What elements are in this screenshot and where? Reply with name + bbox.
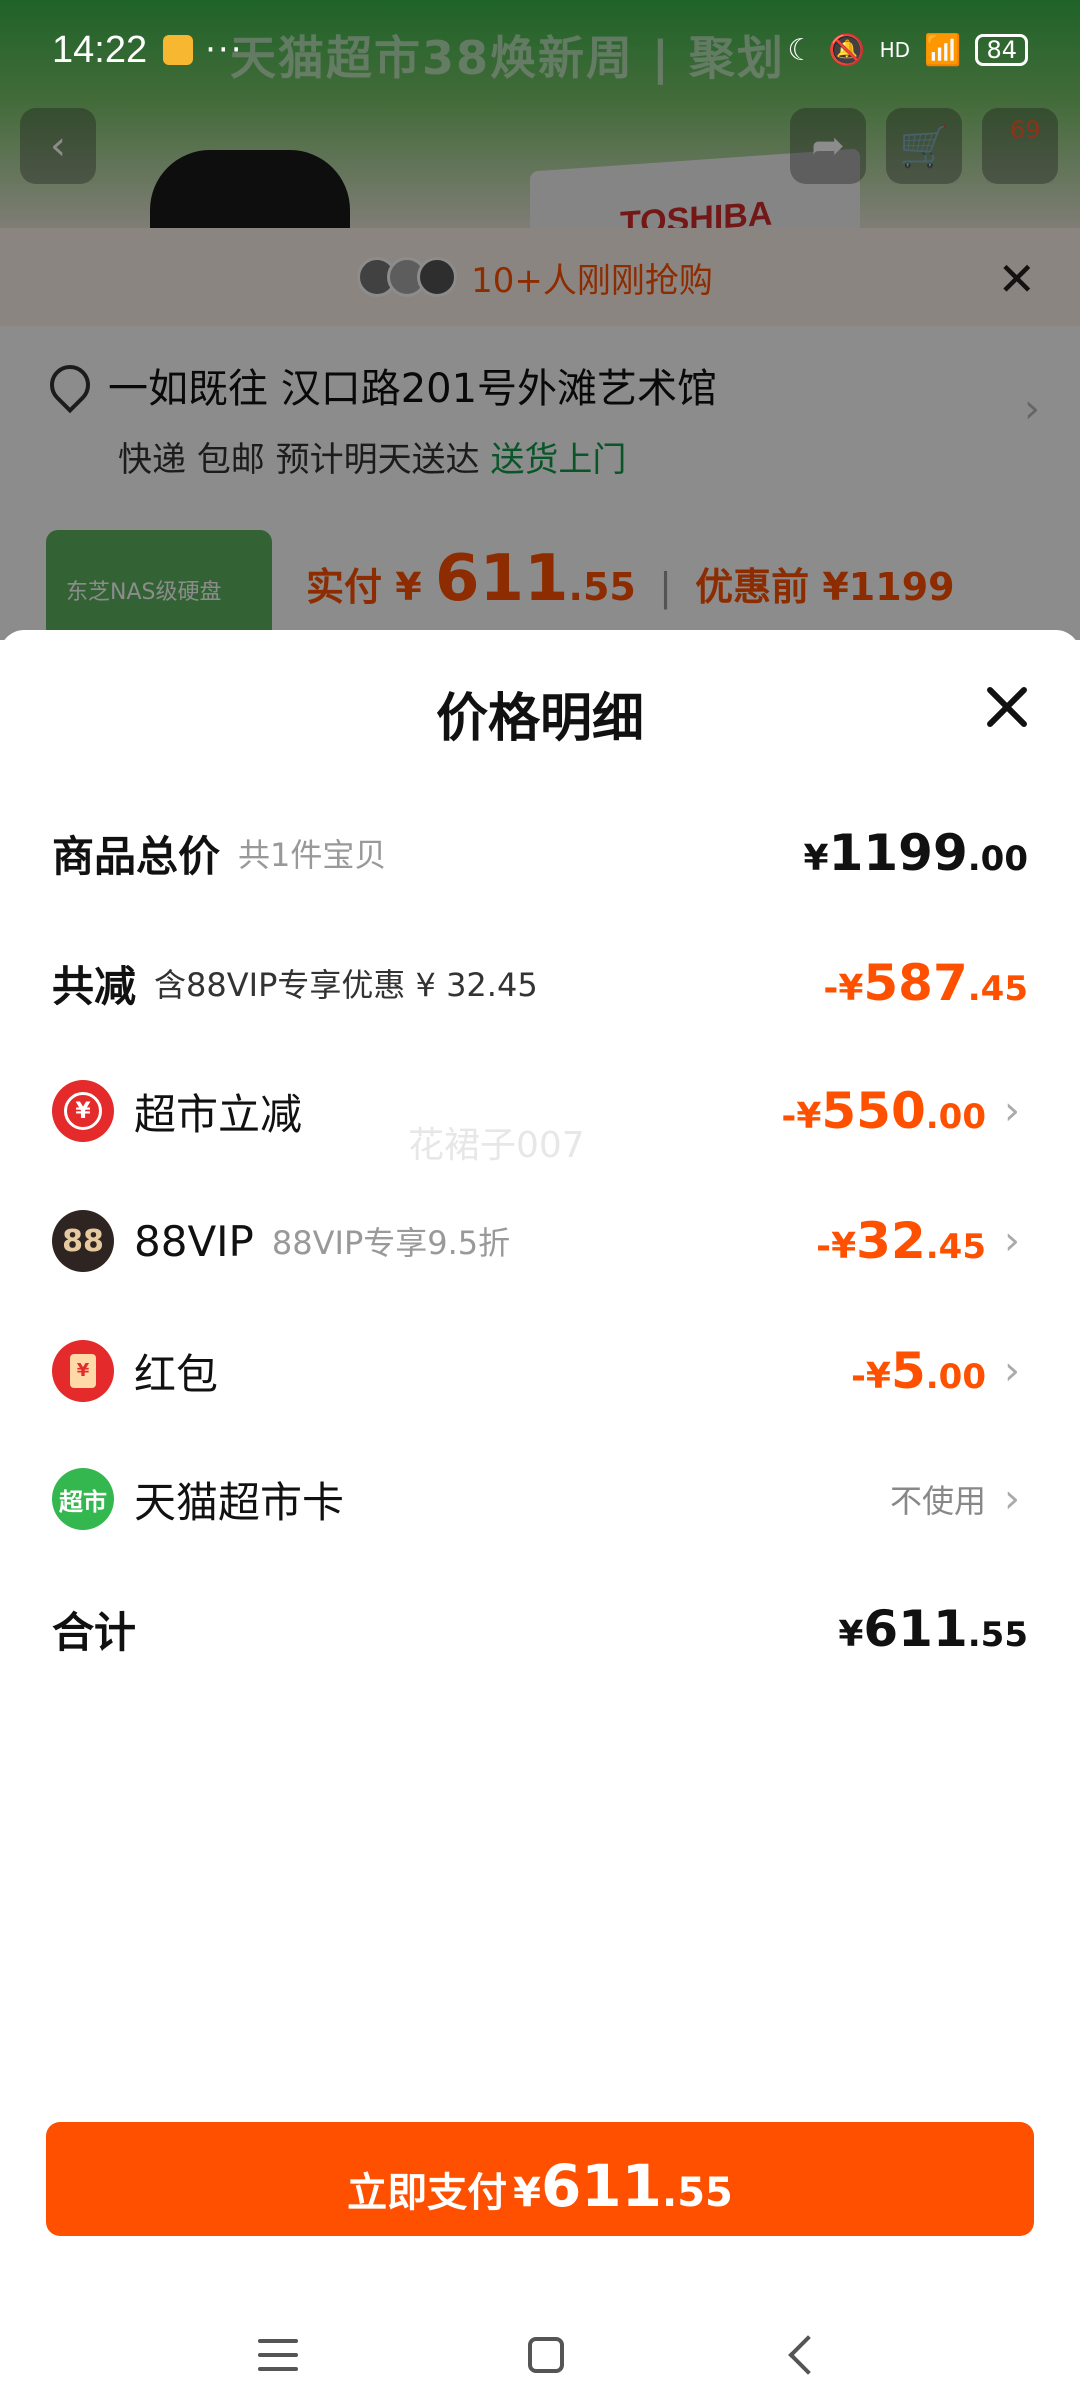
- row-amount: -¥ 5.00: [851, 1342, 986, 1400]
- wifi-icon: 📶: [924, 32, 962, 68]
- discount-icon-glyph: ¥: [64, 1092, 102, 1130]
- home-icon[interactable]: [528, 2337, 564, 2373]
- pay-button-label: 立即支付: [347, 2170, 508, 2216]
- signal-icon: HD: [879, 38, 911, 62]
- row-label: 商品总价: [52, 831, 221, 881]
- amount-yen: -¥: [816, 1226, 857, 1267]
- amount-int: 611: [863, 1600, 968, 1658]
- row-sub: 共1件宝贝: [238, 836, 387, 874]
- red-packet-icon: ¥: [52, 1340, 114, 1402]
- battery-icon: 84: [975, 34, 1028, 66]
- chevron-right-icon: ›: [1004, 1088, 1020, 1134]
- row-label: 超市立减: [134, 1089, 303, 1139]
- discount-icon: ¥: [52, 1080, 114, 1142]
- row-label: 88VIP: [134, 1216, 254, 1266]
- back-nav-icon[interactable]: [788, 2335, 828, 2375]
- amount-yen: -¥: [850, 1356, 891, 1397]
- red-packet-glyph: ¥: [70, 1354, 96, 1388]
- chevron-right-icon: ›: [1004, 1348, 1020, 1394]
- amount-dec: .45: [967, 969, 1028, 1009]
- amount-dec: .00: [925, 1357, 986, 1397]
- status-bar: 14:22 ··· ☾ 🔕 HD 📶 84: [0, 0, 1080, 100]
- pay-now-button[interactable]: 立即支付 ¥611.55: [46, 2122, 1034, 2236]
- sheet-title: 价格明细: [435, 689, 644, 749]
- amount-int: 5: [890, 1342, 926, 1400]
- amount-dec: .00: [967, 839, 1028, 879]
- status-time: 14:22: [52, 28, 148, 71]
- system-nav-bar: [0, 2310, 1080, 2400]
- row-amount: -¥ 32.45: [816, 1212, 986, 1270]
- amount-int: 550: [821, 1082, 926, 1140]
- amount-dec: .00: [925, 1097, 986, 1137]
- price-detail-sheet: 价格明细 花裙子007 商品总价 共1件宝贝 ¥1199.00 共减 含88VI…: [0, 630, 1080, 2400]
- amount-dec: .55: [967, 1615, 1028, 1655]
- grand-total-row: 合计 ¥611.55: [52, 1584, 1028, 1674]
- app-notification-icon: [163, 35, 194, 65]
- vip-88-icon: 88: [52, 1210, 114, 1272]
- row-label: 天猫超市卡: [134, 1477, 345, 1527]
- pay-yen: ¥: [513, 2170, 541, 2216]
- card-status: 不使用: [889, 1482, 986, 1520]
- row-sub: 含88VIP专享优惠 ¥ 32.45: [154, 966, 538, 1004]
- vip-discount-row[interactable]: 88 88VIP 88VIP专享9.5折 -¥ 32.45 ›: [52, 1196, 1028, 1286]
- amount-dec: .45: [925, 1227, 986, 1267]
- dnd-moon-icon: ☾: [787, 32, 815, 68]
- amount-int: 1199: [828, 824, 968, 882]
- recent-apps-icon[interactable]: [258, 2339, 298, 2371]
- pay-dec: .55: [662, 2170, 733, 2216]
- amount-int: 587: [863, 954, 968, 1012]
- chevron-right-icon: ›: [1004, 1218, 1020, 1264]
- supermarket-card-icon: 超市: [52, 1468, 114, 1530]
- item-total-row: 商品总价 共1件宝贝 ¥1199.00: [52, 808, 1028, 898]
- row-amount: ¥1199.00: [804, 824, 1028, 882]
- amount-yen: ¥: [803, 838, 829, 879]
- supermarket-discount-row[interactable]: ¥ 超市立减 -¥ 550.00 ›: [52, 1066, 1028, 1156]
- pay-int: 611: [540, 2152, 663, 2220]
- supermarket-card-row[interactable]: 超市 天猫超市卡 不使用 ›: [52, 1454, 1028, 1544]
- mute-bell-icon: 🔕: [828, 32, 866, 68]
- row-amount: -¥ 550.00: [781, 1082, 986, 1140]
- chevron-right-icon: ›: [1004, 1476, 1020, 1522]
- row-label: 合计: [52, 1607, 137, 1657]
- row-label: 红包: [134, 1349, 219, 1399]
- close-sheet-icon[interactable]: [982, 682, 1032, 732]
- row-label: 共减: [52, 961, 137, 1011]
- more-notifications-icon: ···: [205, 30, 244, 70]
- amount-yen: -¥: [781, 1096, 822, 1137]
- amount-yen: ¥: [838, 1614, 864, 1655]
- amount-int: 32: [856, 1212, 926, 1270]
- total-discount-row: 共减 含88VIP专享优惠 ¥ 32.45 -¥ 587.45: [52, 938, 1028, 1028]
- row-sub: 88VIP专享9.5折: [271, 1224, 511, 1262]
- row-amount: ¥611.55: [838, 1600, 1028, 1658]
- row-amount: -¥ 587.45: [823, 954, 1028, 1012]
- red-packet-row[interactable]: ¥ 红包 -¥ 5.00 ›: [52, 1326, 1028, 1416]
- amount-yen: -¥: [823, 968, 864, 1009]
